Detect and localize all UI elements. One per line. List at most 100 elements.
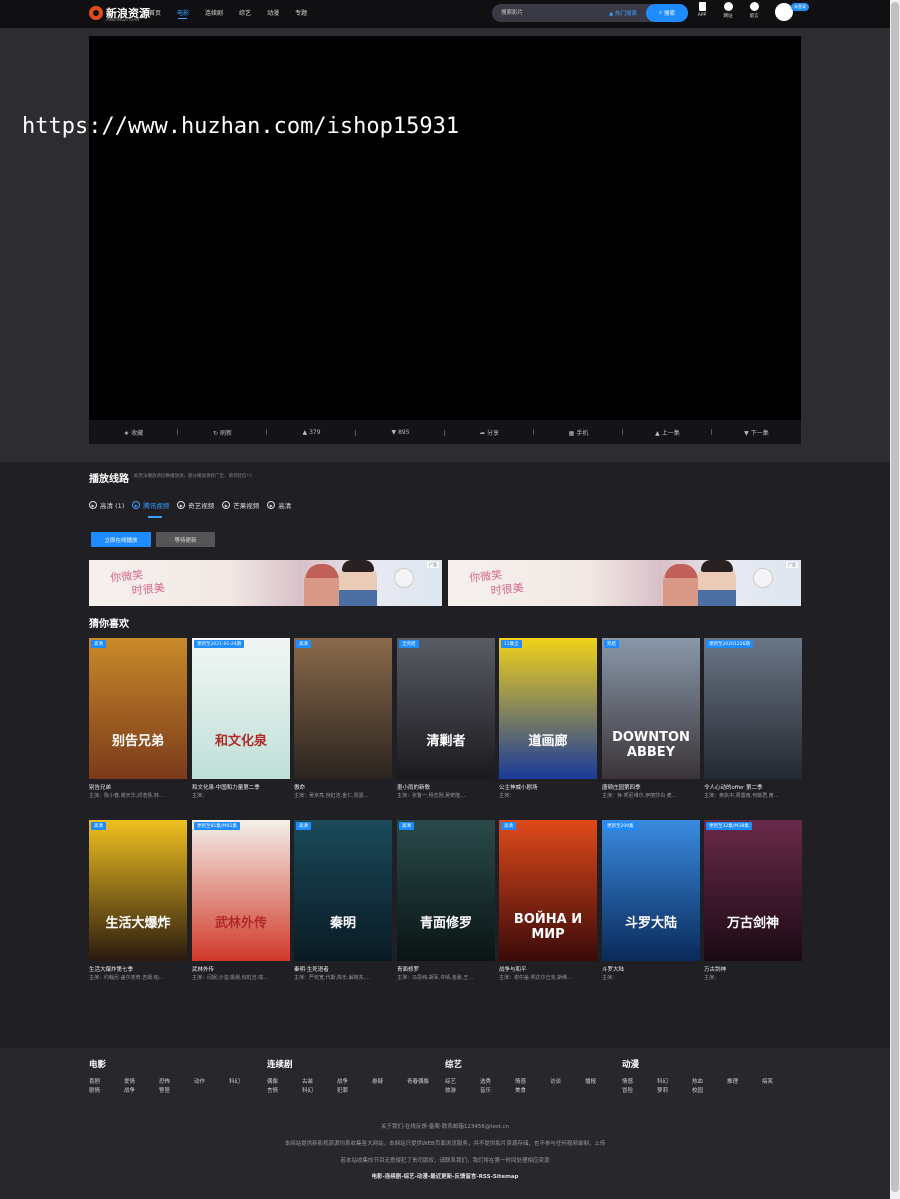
movie-title[interactable]: 别告兄弟 bbox=[89, 783, 187, 791]
footer-link[interactable]: 剧情 bbox=[89, 1087, 100, 1096]
nav-anime[interactable]: 动漫 bbox=[267, 0, 279, 28]
footer-link[interactable]: 战争 bbox=[124, 1087, 135, 1096]
movie-title[interactable]: 生活大爆炸第七季 bbox=[89, 965, 187, 973]
movie-title[interactable]: 令人心动的offer 第二季 bbox=[704, 783, 802, 791]
movie-poster[interactable]: 更新至2021-01-24期 和文化泉 bbox=[192, 638, 290, 779]
nav-variety[interactable]: 综艺 bbox=[239, 0, 251, 28]
movie-title[interactable]: 万古剑神 bbox=[704, 965, 802, 973]
footer-link[interactable]: 科幻 bbox=[302, 1087, 313, 1096]
movie-poster[interactable]: 高清 ВОЙНА И МИР bbox=[499, 820, 597, 961]
tab-source-1[interactable]: ▶ 高清 (1) bbox=[89, 500, 124, 510]
footer-link[interactable]: 冒险 bbox=[622, 1087, 633, 1096]
footer-link[interactable]: 热血 bbox=[692, 1078, 703, 1087]
tab-source-2[interactable]: ▶ 腾讯视频 bbox=[132, 500, 169, 518]
movie-poster[interactable]: 更新至32集/共38集 万古剑神 bbox=[704, 820, 802, 961]
ad-banner-2[interactable]: 你微笑 时很美 广告 bbox=[448, 560, 801, 606]
footer-link[interactable]: 动作 bbox=[194, 1078, 205, 1087]
dislike-button[interactable]: ▼ 895 bbox=[356, 429, 445, 436]
footer-link[interactable]: 青春偶像 bbox=[407, 1078, 429, 1087]
footer-link[interactable]: 选秀 bbox=[480, 1078, 491, 1087]
footer-link[interactable]: 音乐 bbox=[480, 1087, 491, 1096]
movie-title[interactable]: 和文化泉·中国和力量第二季 bbox=[192, 783, 290, 791]
movie-poster[interactable]: 更新至209集 斗罗大陆 bbox=[602, 820, 700, 961]
page-scrollbar[interactable] bbox=[890, 0, 900, 1199]
wait-update-button[interactable]: 等待更新 bbox=[156, 532, 215, 547]
footer-link[interactable]: 偶像 bbox=[267, 1078, 278, 1087]
movie-title[interactable]: 公主神威小剧场 bbox=[499, 783, 597, 791]
refresh-button[interactable]: ↻ 刷新 bbox=[178, 428, 267, 437]
movie-title[interactable]: 青面修罗 bbox=[397, 965, 495, 973]
tab-source-4[interactable]: ▶ 芒果视频 bbox=[222, 500, 259, 510]
scrollbar-thumb[interactable] bbox=[891, 2, 899, 1192]
footer-link[interactable]: 情感 bbox=[622, 1078, 633, 1087]
app-tool[interactable]: APP bbox=[693, 2, 711, 18]
movie-title[interactable]: 斗罗大陆 bbox=[602, 965, 700, 973]
share-button[interactable]: ➦ 分享 bbox=[445, 428, 534, 437]
movie-title[interactable]: 傲命 bbox=[294, 783, 392, 791]
thumbs-up-icon: ▲ bbox=[302, 428, 308, 436]
movie-poster[interactable]: 高清 别告兄弟 bbox=[89, 638, 187, 779]
footer-link[interactable]: 科幻 bbox=[657, 1078, 668, 1087]
next-episode-button[interactable]: ▼ 下一集 bbox=[712, 428, 801, 437]
message-tool[interactable]: 留言 bbox=[745, 2, 763, 19]
movie-poster[interactable]: 高清 青面修罗 bbox=[397, 820, 495, 961]
nav-home[interactable]: 首页 bbox=[149, 0, 161, 28]
prev-episode-button[interactable]: ▲ 上一集 bbox=[623, 428, 712, 437]
ad-banner-1[interactable]: 你微笑 时很美 广告 bbox=[89, 560, 442, 606]
footer-link[interactable]: 情感 bbox=[515, 1078, 526, 1087]
movie-poster[interactable]: 高清 bbox=[294, 638, 392, 779]
movie-title[interactable]: 武林外传 bbox=[192, 965, 290, 973]
footer-link[interactable]: 爱情 bbox=[124, 1078, 135, 1087]
movie-poster[interactable]: 高清 秦明 bbox=[294, 820, 392, 961]
movie-poster[interactable]: 全完结 清剿者 bbox=[397, 638, 495, 779]
footer-link[interactable]: 综艺 bbox=[445, 1078, 456, 1087]
movie-poster[interactable]: 完结 DOWNTON ABBEY bbox=[602, 638, 700, 779]
footer-link[interactable]: 言情 bbox=[267, 1087, 278, 1096]
nav-movies[interactable]: 电影 bbox=[177, 0, 189, 28]
favorite-button[interactable]: ★ 收藏 bbox=[89, 428, 178, 437]
movie-poster[interactable]: 高清 生活大爆炸 bbox=[89, 820, 187, 961]
movie-actors: 主演：闫妮,沙溢,姚晨,倪虹洁,喻... bbox=[192, 975, 269, 981]
footer-link[interactable]: 战争 bbox=[337, 1078, 348, 1087]
login-badge[interactable]: 未登录 bbox=[791, 3, 809, 11]
footer-link[interactable]: 萝莉 bbox=[657, 1087, 668, 1096]
footer-link[interactable]: 悬疑 bbox=[372, 1078, 383, 1087]
movie-title[interactable]: 战争与和平 bbox=[499, 965, 597, 973]
movie-actors: 主演：约翰尼·盖尔克奇,吉姆·帕... bbox=[89, 975, 164, 981]
tab-source-3[interactable]: ▶ 奇艺视频 bbox=[177, 500, 214, 510]
hot-search-link[interactable]: ▲ 热门搜索 bbox=[609, 9, 637, 17]
play-now-button[interactable]: 立即在线播放 bbox=[91, 532, 151, 547]
footer-link[interactable]: 恐怖 bbox=[159, 1078, 170, 1087]
movie-title[interactable]: 唐顿庄园第四季 bbox=[602, 783, 700, 791]
search-button[interactable]: ⌕ 搜索 bbox=[646, 4, 688, 22]
footer-link[interactable]: 喜剧 bbox=[89, 1078, 100, 1087]
footer-link[interactable]: 科幻 bbox=[229, 1078, 240, 1087]
footer-link[interactable]: 古装 bbox=[302, 1078, 313, 1087]
url-tool[interactable]: 网址 bbox=[719, 2, 737, 19]
site-logo[interactable]: 新浪资源 XINLANGZIYUAN bbox=[89, 3, 150, 23]
footer-link[interactable]: 访谈 bbox=[550, 1078, 561, 1087]
movie-title[interactable]: 秦明·生死语者 bbox=[294, 965, 392, 973]
footer-link[interactable]: 犯罪 bbox=[337, 1087, 348, 1096]
movie-poster[interactable]: 更新至81集/共81集 武林外传 bbox=[192, 820, 290, 961]
like-button[interactable]: ▲ 379 bbox=[267, 429, 356, 436]
footer-link[interactable]: 搞笑 bbox=[762, 1078, 773, 1087]
movie-poster[interactable]: 11集全 道画廊 bbox=[499, 638, 597, 779]
footer-link[interactable]: 播报 bbox=[585, 1078, 596, 1087]
footer-link[interactable]: 校园 bbox=[692, 1087, 703, 1096]
banner-person-woman bbox=[663, 564, 699, 606]
tab-source-5[interactable]: ▶ 高清 bbox=[267, 500, 291, 510]
movie-title[interactable]: 墨小雨的新歌 bbox=[397, 783, 495, 791]
footer-about-line[interactable]: 关于我们-在线反馈-备案-联系邮箱123456@test.cn bbox=[0, 1122, 890, 1130]
search-input[interactable] bbox=[501, 7, 601, 19]
nav-topics[interactable]: 专题 bbox=[295, 0, 307, 28]
nav-series[interactable]: 连续剧 bbox=[205, 0, 223, 28]
footer-nav-line[interactable]: 电影-连续剧-综艺-动漫-最近更新-反馈留言-RSS-Sitemap bbox=[0, 1172, 890, 1180]
footer-link[interactable]: 美食 bbox=[515, 1087, 526, 1096]
movie-poster[interactable]: 更新至20201226期 bbox=[704, 638, 802, 779]
footer-link[interactable]: 警匪 bbox=[159, 1087, 170, 1096]
video-player[interactable] bbox=[89, 36, 801, 420]
mobile-button[interactable]: ▦ 手机 bbox=[534, 428, 623, 437]
footer-link[interactable]: 推理 bbox=[727, 1078, 738, 1087]
footer-link[interactable]: 旅游 bbox=[445, 1087, 456, 1096]
